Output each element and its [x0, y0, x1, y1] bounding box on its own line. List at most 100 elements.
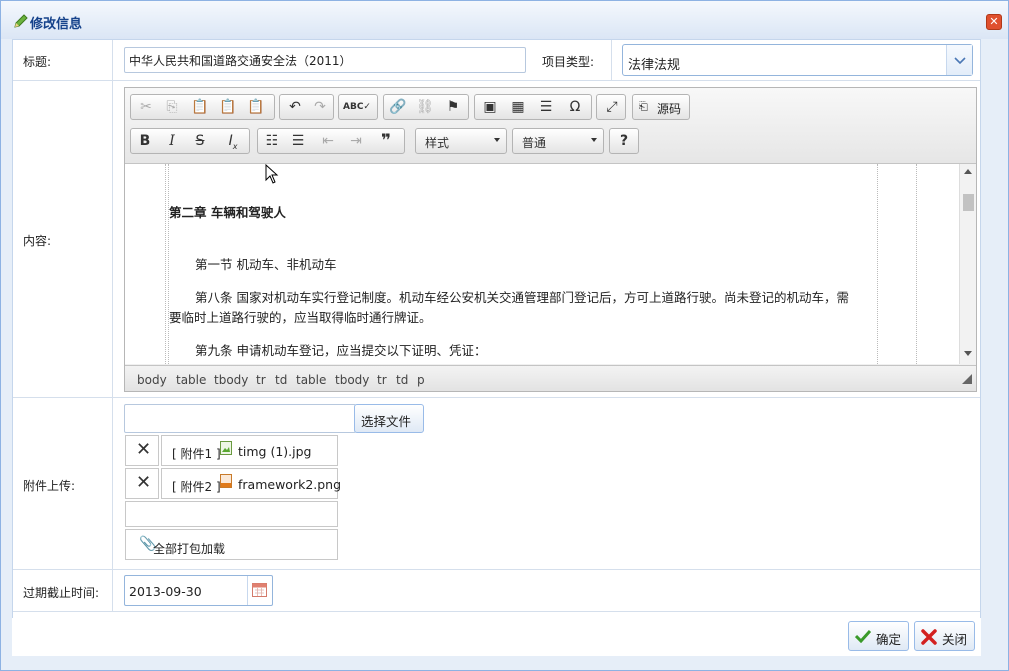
bold-button[interactable]: B [134, 132, 156, 150]
link-group: 🔗 ⛓ ⚑ [383, 94, 469, 120]
unlink-icon[interactable]: ⛓ [414, 98, 436, 116]
undo-group: ↶ ↷ [279, 94, 334, 120]
expire-label: 过期截止时间: [23, 586, 100, 600]
close-icon: ✕ [136, 472, 152, 493]
close-button[interactable]: 关闭 [914, 621, 975, 651]
format-dropdown[interactable]: 普通 [512, 128, 604, 154]
remove-file-2-button[interactable]: ✕ [125, 468, 159, 499]
path-item[interactable]: tr [256, 373, 266, 387]
content-row: 内容: ✂ ⎘ 📋 📋 📋 ↶ ↷ ABC✓ 🔗 ⛓ ⚑ ▣ ▦ ☰ Ω ⤢ ⎗… [13, 81, 980, 398]
paste-word-icon[interactable]: 📋 [245, 98, 267, 116]
dropdown-arrow-icon [591, 138, 597, 142]
attachments-row: 附件上传: 选择文件 ✕ [ 附件1 ] timg (1).jpg ✕ [附件… [13, 398, 980, 570]
spellcheck-icon: ABC✓ [343, 102, 371, 112]
scroll-up-icon[interactable] [964, 169, 972, 174]
source-icon: ⎗ [639, 100, 648, 113]
remove-file-1-button[interactable]: ✕ [125, 435, 159, 466]
file-link[interactable]: framework2.png [238, 477, 341, 492]
numbered-list-icon[interactable]: ☷ [261, 132, 283, 150]
content-paragraph: 第一节 机动车、非机动车 [195, 257, 337, 272]
path-item[interactable]: td [275, 373, 287, 387]
horizontal-rule-icon[interactable]: ☰ [535, 98, 557, 116]
expire-date-input[interactable]: 2013-09-30 [124, 575, 273, 606]
cut-icon[interactable]: ✂ [135, 98, 157, 116]
chevron-down-icon [954, 57, 966, 65]
type-select-value: 法律法规 [628, 58, 681, 73]
png-file-icon [220, 474, 232, 488]
spellcheck-button[interactable]: ABC✓ [338, 94, 378, 120]
file-path-input[interactable] [124, 404, 356, 433]
outdent-icon[interactable]: ⇤ [317, 132, 339, 150]
link-icon[interactable]: 🔗 [387, 98, 409, 116]
file-item-1: [ 附件1 ] timg (1).jpg [161, 435, 338, 466]
path-item[interactable]: tbody [214, 373, 248, 387]
path-item[interactable]: tbody [335, 373, 369, 387]
path-item[interactable]: tr [377, 373, 387, 387]
insert-group: ▣ ▦ ☰ Ω [474, 94, 592, 120]
source-label: 源码 [657, 102, 682, 116]
indent-icon[interactable]: ⇥ [345, 132, 367, 150]
expire-row: 过期截止时间: 2013-09-30 [13, 570, 980, 612]
paste-icon[interactable]: 📋 [189, 98, 211, 116]
path-item[interactable]: table [176, 373, 206, 387]
image-file-icon [220, 441, 232, 455]
table-icon[interactable]: ▦ [507, 98, 529, 116]
file-item-2: [ 附件2 ] framework2.png [161, 468, 341, 499]
dialog-titlebar: 修改信息 ✕ [1, 1, 1008, 39]
maximize-button[interactable]: ⤢ [596, 94, 626, 120]
file-label: [ 附件1 ] [172, 447, 221, 461]
attach-label: 附件上传: [23, 479, 76, 493]
edit-info-dialog: 修改信息 ✕ 标题: 项目类型: 法律法规 [0, 0, 1009, 671]
close-icon [921, 629, 937, 645]
anchor-icon[interactable]: ⚑ [442, 98, 464, 116]
editor-content[interactable]: 第二章 车辆和驾驶人 第一节 机动车、非机动车 第八条 国家对机动车实行登记制度… [125, 164, 976, 364]
form-body: 标题: 项目类型: 法律法规 内容: [12, 39, 981, 656]
blockquote-icon[interactable]: ❞ [375, 132, 397, 150]
style-dropdown-label: 样式 [425, 136, 450, 150]
check-icon [855, 629, 871, 643]
empty-file-slot [125, 501, 338, 527]
strikethrough-button[interactable]: S [189, 132, 211, 150]
calendar-icon[interactable] [252, 582, 267, 597]
path-item[interactable]: body [137, 373, 167, 387]
title-input[interactable] [124, 47, 526, 73]
mouse-cursor-icon [265, 164, 279, 184]
list-group: ☷ ☰ ⇤ ⇥ ❞ [257, 128, 405, 154]
source-button[interactable]: ⎗ 源码 [632, 94, 690, 120]
format-dropdown-label: 普通 [522, 136, 547, 150]
path-item[interactable]: table [296, 373, 326, 387]
undo-icon[interactable]: ↶ [284, 98, 306, 116]
remove-format-button[interactable]: Ix [222, 132, 244, 151]
scroll-down-icon[interactable] [964, 351, 972, 356]
dialog-footer: 确定 关闭 [12, 618, 981, 656]
scroll-thumb[interactable] [963, 194, 974, 211]
clipboard-group: ✂ ⎘ 📋 📋 📋 [130, 94, 275, 120]
redo-icon[interactable]: ↷ [309, 98, 331, 116]
close-window-button[interactable]: ✕ [986, 14, 1002, 30]
image-icon[interactable]: ▣ [479, 98, 501, 116]
resize-handle-icon[interactable] [962, 374, 972, 384]
help-icon: ? [619, 133, 629, 149]
style-dropdown[interactable]: 样式 [415, 128, 507, 154]
ok-button[interactable]: 确定 [848, 621, 909, 651]
close-icon: ✕ [136, 439, 152, 460]
content-paragraph: 第九条 申请机动车登记，应当提交以下证明、凭证： [195, 343, 487, 358]
dialog-title: 修改信息 [30, 17, 83, 32]
title-label: 标题: [23, 55, 52, 69]
paste-text-icon[interactable]: 📋 [217, 98, 239, 116]
pencil-icon [14, 14, 28, 28]
type-select[interactable]: 法律法规 [622, 44, 973, 76]
help-button[interactable]: ? [609, 128, 639, 154]
italic-button[interactable]: I [161, 132, 183, 150]
editor-scrollbar[interactable] [959, 164, 976, 364]
download-all-link[interactable]: 📎 全部打包加载 [125, 529, 338, 560]
special-char-icon[interactable]: Ω [564, 98, 586, 116]
copy-icon[interactable]: ⎘ [161, 98, 183, 116]
choose-file-button[interactable]: 选择文件 [354, 404, 424, 433]
file-link[interactable]: timg (1).jpg [238, 444, 311, 459]
bulleted-list-icon[interactable]: ☰ [287, 132, 309, 150]
path-item[interactable]: td [396, 373, 408, 387]
content-paragraph: 要临时上道路行驶的，应当取得临时通行牌证。 [169, 310, 432, 325]
title-row: 标题: 项目类型: 法律法规 [13, 40, 980, 81]
path-item[interactable]: p [417, 373, 425, 387]
